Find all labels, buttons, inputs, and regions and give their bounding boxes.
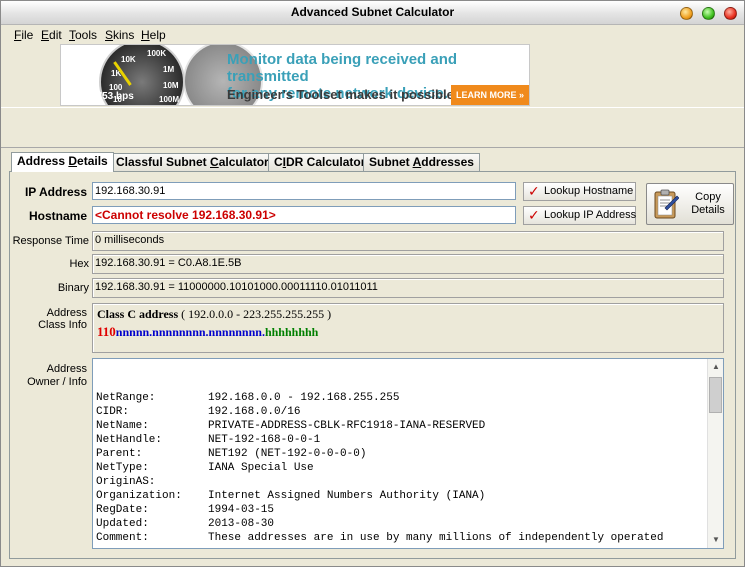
tab-subnet-addresses[interactable]: Subnet Addresses (363, 153, 480, 171)
toolbar-area (1, 108, 744, 148)
address-owner-info-label: Address Owner / Info (27, 363, 87, 388)
hostname-input[interactable]: <Cannot resolve 192.168.30.91> (92, 206, 516, 224)
address-owner-info-box[interactable]: NetRange: 192.168.0.0 - 192.168.255.255 C… (92, 358, 724, 549)
clipboard-icon (654, 189, 679, 219)
scroll-down-arrow-icon[interactable]: ▼ (708, 532, 723, 548)
menu-help[interactable]: Help (141, 28, 166, 42)
whois-row: CIDR: 192.168.0.0/16 (96, 406, 301, 418)
menu-edit[interactable]: Edit (41, 28, 62, 42)
menu-tools[interactable]: Tools (69, 28, 97, 42)
whois-row: NetHandle: NET-192-168-0-0-1 (96, 434, 321, 446)
ip-address-label: IP Address (24, 185, 87, 199)
menu-skins[interactable]: Skins (105, 28, 134, 42)
tab-cidr-calculator[interactable]: CIDR Calculator (268, 153, 372, 171)
ip-address-input[interactable]: 192.168.30.91 (92, 182, 516, 200)
whois-row: NetType: IANA Special Use (96, 462, 314, 474)
checkmark-icon: ✓ (528, 207, 540, 223)
hostname-label: Hostname (28, 209, 87, 223)
whois-row: Parent: NET192 (NET-192-0-0-0-0) (96, 448, 367, 460)
minimize-button[interactable] (680, 7, 693, 20)
vertical-scrollbar[interactable]: ▲ ▼ (707, 359, 723, 548)
banner-bps: 4753 bps (91, 91, 134, 102)
class-bit-pattern: 110nnnnn.nnnnnnnn.nnnnnnnn.hhhhhhhh (97, 324, 319, 339)
hex-label: Hex (69, 258, 89, 270)
whois-row: Comment: These addresses are in use by ma… (96, 532, 664, 544)
tab-classful-subnet-calculator[interactable]: Classful Subnet Calculator (110, 153, 275, 171)
whois-row: RegDate: 1994-03-15 (96, 504, 275, 516)
whois-row: Organization: Internet Assigned Numbers A… (96, 490, 486, 502)
whois-row: Updated: 2013-08-30 (96, 518, 275, 530)
address-class-info-label: Address Class Info (38, 307, 87, 331)
whois-row: NetRange: 192.168.0.0 - 192.168.255.255 (96, 392, 400, 404)
whois-row: NetName: PRIVATE-ADDRESS-CBLK-RFC1918-IAN… (96, 420, 486, 432)
learn-more-button[interactable]: LEARN MORE » (451, 85, 529, 105)
scroll-up-arrow-icon[interactable]: ▲ (708, 359, 723, 375)
hex-value: 192.168.30.91 = C0.A8.1E.5B (92, 254, 724, 274)
lookup-hostname-checkbox[interactable]: ✓ Lookup Hostname (523, 182, 636, 201)
whois-row: OriginAS: (96, 476, 156, 488)
binary-label: Binary (57, 282, 89, 294)
response-time-value: 0 milliseconds (92, 231, 724, 251)
checkmark-icon: ✓ (528, 183, 540, 199)
menu-bar: File Edit Tools Skins Help (1, 26, 744, 43)
title-bar[interactable]: Advanced Subnet Calculator (1, 1, 744, 25)
copy-details-button[interactable]: Copy Details (646, 183, 734, 225)
window-title: Advanced Subnet Calculator (290, 5, 455, 19)
menu-file[interactable]: File (14, 28, 33, 42)
maximize-button[interactable] (702, 7, 715, 20)
address-class-info-box: Class C address ( 192.0.0.0 - 223.255.25… (92, 303, 724, 353)
binary-value: 192.168.30.91 = 11000000.10101000.000111… (92, 278, 724, 298)
app-window: Advanced Subnet Calculator File Edit Too… (0, 0, 745, 567)
class-description: Class C address ( 192.0.0.0 - 223.255.25… (97, 307, 332, 321)
response-time-label: Response Time (12, 235, 89, 247)
close-button[interactable] (724, 7, 737, 20)
copy-details-label: Copy Details (691, 191, 725, 216)
tab-address-details[interactable]: Address Details (11, 152, 114, 172)
scroll-thumb[interactable] (709, 377, 722, 413)
ad-banner[interactable]: 10K 1K 100K 100 1M 10 10M 100M 4753 bps … (60, 44, 530, 106)
banner-subline: Engineer's Toolset makes it possible. (227, 87, 458, 102)
whois-text: NetRange: 192.168.0.0 - 192.168.255.255 C… (96, 391, 706, 545)
lookup-ip-address-checkbox[interactable]: ✓ Lookup IP Address (523, 206, 636, 225)
